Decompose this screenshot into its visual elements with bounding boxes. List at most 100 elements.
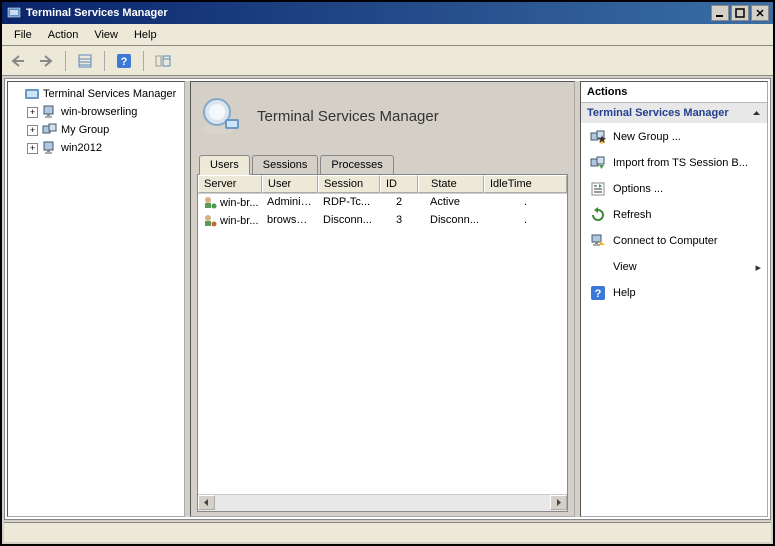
menu-help[interactable]: Help — [126, 27, 165, 43]
table-row[interactable]: win-br... browserl... Disconn... 3 Disco… — [198, 212, 567, 230]
minimize-button[interactable] — [711, 5, 729, 21]
new-group-icon: ★ — [589, 129, 607, 145]
cell-user: browserl... — [262, 213, 318, 229]
tree-item[interactable]: + win-browserling — [27, 103, 181, 121]
main-pane: Terminal Services Manager Users Sessions… — [190, 81, 575, 517]
menu-action[interactable]: Action — [40, 27, 87, 43]
tabs: Users Sessions Processes — [197, 154, 568, 174]
manager-large-icon — [199, 94, 243, 138]
horizontal-scrollbar[interactable] — [198, 494, 567, 511]
body: Terminal Services Manager + win-browserl… — [4, 78, 771, 520]
cell-state: Disconn... — [418, 213, 484, 229]
action-label: New Group ... — [613, 131, 761, 143]
submenu-arrow-icon: ▸ — [755, 261, 761, 274]
column-idletime[interactable]: IdleTime — [484, 175, 567, 193]
tree-item[interactable]: + win2012 — [27, 139, 181, 157]
cell-state: Active — [418, 195, 484, 211]
menu-view[interactable]: View — [86, 27, 126, 43]
title-bar: Terminal Services Manager — [2, 2, 773, 24]
cell-idle: . — [484, 195, 567, 211]
scroll-track[interactable] — [215, 495, 550, 511]
cell-idle: . — [484, 213, 567, 229]
show-hide-button[interactable] — [151, 49, 175, 73]
actions-heading: Actions — [581, 82, 767, 103]
actions-context[interactable]: Terminal Services Manager — [581, 103, 767, 124]
column-id[interactable]: ID — [380, 175, 418, 193]
tab-sessions[interactable]: Sessions — [252, 155, 319, 174]
help-button[interactable]: ? — [112, 49, 136, 73]
server-icon — [42, 104, 58, 120]
svg-text:★: ★ — [597, 134, 606, 145]
app-window: Terminal Services Manager File Action Vi… — [0, 0, 775, 546]
action-label: Connect to Computer — [613, 235, 761, 247]
action-help[interactable]: ? Help — [581, 280, 767, 306]
column-session[interactable]: Session — [318, 175, 380, 193]
toolbar-separator — [104, 51, 105, 71]
actions-context-label: Terminal Services Manager — [587, 107, 729, 119]
close-button[interactable] — [751, 5, 769, 21]
action-refresh[interactable]: Refresh — [581, 202, 767, 228]
user-session-icon — [203, 214, 217, 228]
tree-root-label: Terminal Services Manager — [43, 88, 176, 100]
cell-id: 2 — [380, 195, 418, 211]
menu-file[interactable]: File — [6, 27, 40, 43]
expand-icon[interactable]: + — [27, 125, 38, 136]
scroll-right-icon[interactable] — [550, 495, 567, 510]
action-options[interactable]: Options ... — [581, 176, 767, 202]
action-connect[interactable]: Connect to Computer — [581, 228, 767, 254]
toolbar-separator — [65, 51, 66, 71]
action-label: Help — [613, 287, 761, 299]
cell-session: RDP-Tc... — [318, 195, 380, 211]
expand-icon[interactable]: + — [27, 107, 38, 118]
menu-bar: File Action View Help — [2, 24, 773, 46]
tab-content: Server User Session ID State IdleTime wi… — [197, 174, 568, 512]
action-view[interactable]: View ▸ — [581, 254, 767, 280]
window-title: Terminal Services Manager — [26, 7, 711, 19]
collapse-icon[interactable] — [752, 109, 761, 118]
options-icon — [589, 181, 607, 197]
action-label: Import from TS Session B... — [613, 157, 761, 169]
tree-item[interactable]: + My Group — [27, 121, 181, 139]
table-row[interactable]: win-br... Administ... RDP-Tc... 2 Active… — [198, 194, 567, 212]
action-import[interactable]: Import from TS Session B... — [581, 150, 767, 176]
table-header: Server User Session ID State IdleTime — [198, 175, 567, 194]
tab-users[interactable]: Users — [199, 155, 250, 175]
cell-server: win-br... — [220, 197, 259, 209]
cell-server: win-br... — [220, 215, 259, 227]
tree-item-label: win2012 — [61, 142, 102, 154]
refresh-icon — [589, 207, 607, 223]
action-label: View — [613, 261, 755, 273]
main-title: Terminal Services Manager — [257, 108, 439, 125]
main-header: Terminal Services Manager — [197, 88, 568, 154]
action-label: Options ... — [613, 183, 761, 195]
cell-session: Disconn... — [318, 213, 380, 229]
app-icon — [6, 5, 22, 21]
back-button[interactable] — [6, 49, 30, 73]
column-user[interactable]: User — [262, 175, 318, 193]
expand-icon[interactable]: + — [27, 143, 38, 154]
maximize-button[interactable] — [731, 5, 749, 21]
group-icon — [42, 122, 58, 138]
properties-button[interactable] — [73, 49, 97, 73]
help-icon: ? — [589, 285, 607, 301]
action-new-group[interactable]: ★ New Group ... — [581, 124, 767, 150]
window-controls — [711, 5, 769, 21]
toolbar: ? — [2, 46, 773, 76]
tab-processes[interactable]: Processes — [320, 155, 393, 174]
cell-id: 3 — [380, 213, 418, 229]
svg-text:?: ? — [595, 288, 602, 300]
table-body[interactable]: win-br... Administ... RDP-Tc... 2 Active… — [198, 194, 567, 494]
tree-item-label: My Group — [61, 124, 109, 136]
tree-item-label: win-browserling — [61, 106, 137, 118]
toolbar-separator — [143, 51, 144, 71]
column-server[interactable]: Server — [198, 175, 262, 193]
connect-icon — [589, 233, 607, 249]
scroll-left-icon[interactable] — [198, 495, 215, 510]
tree-root[interactable]: Terminal Services Manager — [11, 85, 181, 103]
import-icon — [589, 155, 607, 171]
column-state[interactable]: State — [418, 175, 484, 193]
actions-pane: Actions Terminal Services Manager ★ New … — [580, 81, 768, 517]
manager-icon — [24, 86, 40, 102]
tree-pane[interactable]: Terminal Services Manager + win-browserl… — [7, 81, 185, 517]
forward-button[interactable] — [34, 49, 58, 73]
